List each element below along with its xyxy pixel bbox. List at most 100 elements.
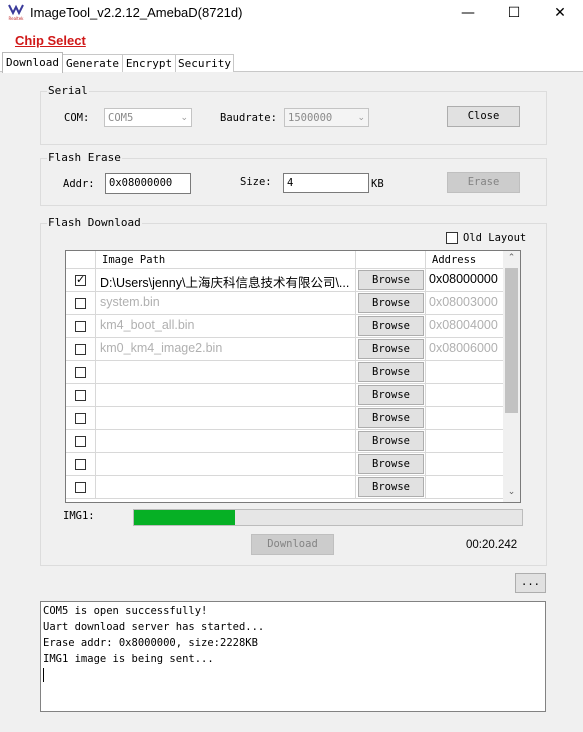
erase-addr-label: Addr: (63, 178, 95, 190)
svg-text:Realtek: Realtek (9, 16, 25, 21)
tab-download[interactable]: Download (2, 52, 63, 73)
address-cell[interactable] (426, 476, 504, 499)
browse-cell: Browse (356, 292, 426, 315)
row-select-cell (66, 407, 96, 430)
erase-size-unit: KB (371, 178, 384, 190)
image-path-cell[interactable]: km4_boot_all.bin (96, 315, 356, 338)
browse-button[interactable]: Browse (358, 316, 424, 336)
text-cursor (43, 668, 44, 682)
table-header-cell (66, 251, 96, 269)
old-layout-label: Old Layout (463, 232, 527, 244)
browse-cell: Browse (356, 430, 426, 453)
row-checkbox[interactable] (75, 459, 86, 470)
minimize-button[interactable]: — (445, 0, 491, 26)
column-header-image-path: Image Path (102, 254, 166, 266)
tab-generate[interactable]: Generate (62, 54, 123, 72)
row-checkbox[interactable] (75, 298, 86, 309)
browse-button[interactable]: Browse (358, 408, 424, 428)
image-path-cell[interactable] (96, 361, 356, 384)
log-output[interactable]: COM5 is open successfully! Uart download… (40, 601, 546, 712)
row-checkbox[interactable] (75, 321, 86, 332)
address-cell[interactable] (426, 453, 504, 476)
elapsed-time: 00:20.242 (466, 539, 518, 551)
log-line: Erase addr: 0x8000000, size:2228KB (43, 637, 258, 649)
address-cell[interactable]: 0x08000000 (426, 269, 504, 292)
close-window-button[interactable]: ✕ (537, 0, 583, 26)
row-checkbox[interactable] (75, 367, 86, 378)
image-path-cell[interactable]: system.bin (96, 292, 356, 315)
old-layout-checkbox[interactable] (446, 232, 458, 244)
image-path-cell[interactable] (96, 453, 356, 476)
com-select[interactable]: COM5 ⌄ (104, 108, 192, 127)
address-cell[interactable]: 0x08004000 (426, 315, 504, 338)
row-select-cell (66, 361, 96, 384)
image-path-cell[interactable]: km0_km4_image2.bin (96, 338, 356, 361)
more-options-button[interactable]: ... (515, 573, 546, 593)
image-path-text: km4_boot_all.bin (100, 318, 195, 332)
image-path-cell[interactable] (96, 430, 356, 453)
row-checkbox[interactable] (75, 482, 86, 493)
tab-encrypt[interactable]: Encrypt (122, 54, 176, 72)
row-checkbox[interactable] (75, 390, 86, 401)
address-text: 0x08004000 (429, 318, 498, 332)
log-line: Uart download server has started... (43, 621, 265, 633)
tab-security[interactable]: Security (175, 54, 234, 72)
download-button[interactable]: Download (251, 534, 334, 555)
address-text: 0x08000000 (429, 272, 498, 286)
row-checkbox[interactable]: ✓ (75, 273, 86, 286)
scroll-down-icon[interactable]: ⌄ (505, 487, 518, 501)
flash-erase-group-title: Flash Erase (47, 151, 122, 164)
row-checkbox[interactable] (75, 344, 86, 355)
com-value: COM5 (108, 112, 134, 124)
table-header-cell (356, 251, 426, 269)
browse-button[interactable]: Browse (358, 293, 424, 313)
chevron-down-icon: ⌄ (357, 113, 365, 123)
row-select-cell (66, 384, 96, 407)
progress-fill (134, 510, 235, 525)
image-table: Image Path Address ✓ D:\Users\jenny\上海庆科信息技… (65, 250, 521, 503)
row-select-cell (66, 453, 96, 476)
scroll-thumb[interactable] (505, 268, 518, 413)
browse-button[interactable]: Browse (358, 362, 424, 382)
address-cell[interactable] (426, 430, 504, 453)
browse-button[interactable]: Browse (358, 477, 424, 497)
minimize-icon: — (461, 5, 475, 21)
browse-cell: Browse (356, 361, 426, 384)
erase-button[interactable]: Erase (447, 172, 520, 193)
address-cell[interactable] (426, 361, 504, 384)
browse-cell: Browse (356, 315, 426, 338)
erase-addr-input[interactable]: 0x08000000 (105, 173, 191, 194)
address-cell[interactable] (426, 384, 504, 407)
maximize-button[interactable]: ☐ (491, 0, 537, 26)
image-path-text: km0_km4_image2.bin (100, 341, 223, 355)
image-path-cell[interactable] (96, 384, 356, 407)
baudrate-label: Baudrate: (220, 112, 277, 124)
browse-cell: Browse (356, 453, 426, 476)
baudrate-select[interactable]: 1500000 ⌄ (284, 108, 369, 127)
address-cell[interactable]: 0x08006000 (426, 338, 504, 361)
browse-cell: Browse (356, 384, 426, 407)
browse-button[interactable]: Browse (358, 339, 424, 359)
browse-button[interactable]: Browse (358, 431, 424, 451)
image-path-cell[interactable]: D:\Users\jenny\上海庆科信息技术有限公司\... (96, 269, 356, 292)
erase-size-input[interactable]: 4 (283, 173, 369, 193)
chip-select-link[interactable]: Chip Select (15, 33, 86, 48)
address-cell[interactable]: 0x08003000 (426, 292, 504, 315)
browse-button[interactable]: Browse (358, 385, 424, 405)
row-checkbox[interactable] (75, 413, 86, 424)
image-path-cell[interactable] (96, 407, 356, 430)
address-text: 0x08006000 (429, 341, 498, 355)
serial-close-button[interactable]: Close (447, 106, 520, 127)
row-select-cell (66, 430, 96, 453)
address-cell[interactable] (426, 407, 504, 430)
row-checkbox[interactable] (75, 436, 86, 447)
address-text: 0x08003000 (429, 295, 498, 309)
flash-download-group-title: Flash Download (47, 216, 142, 229)
close-icon: ✕ (554, 5, 566, 21)
progress-label: IMG1: (63, 510, 95, 522)
image-path-cell[interactable] (96, 476, 356, 499)
browse-button[interactable]: Browse (358, 454, 424, 474)
scroll-up-icon[interactable]: ⌃ (505, 253, 518, 267)
browse-cell: Browse (356, 407, 426, 430)
browse-button[interactable]: Browse (358, 270, 424, 290)
